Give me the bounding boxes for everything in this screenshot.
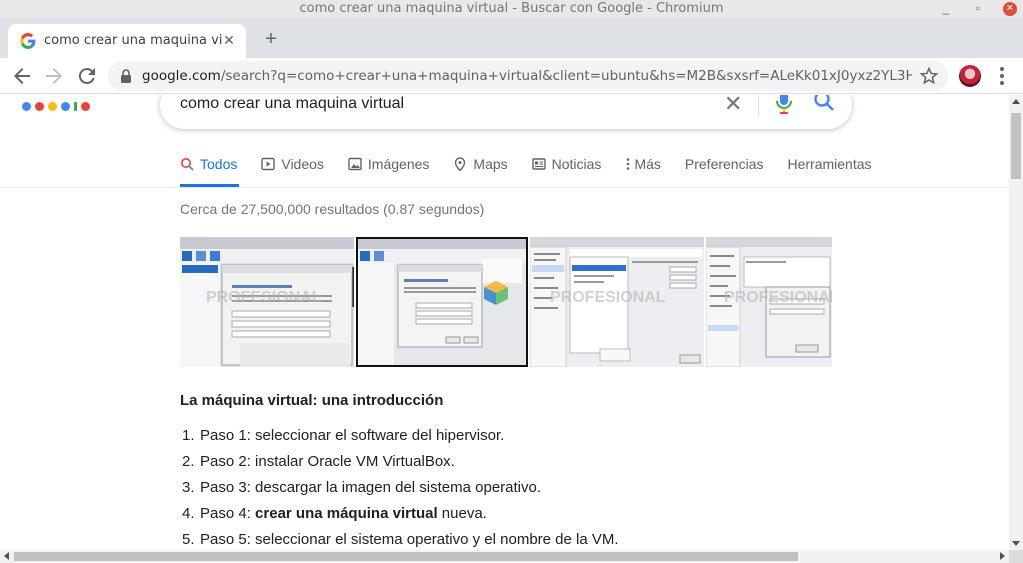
vertical-scrollbar[interactable] [1009,95,1023,550]
search-nav-tabs: Todos Videos Imágenes Maps Noticias Más … [180,153,896,187]
vertical-scroll-thumb[interactable] [1011,113,1021,179]
result-stats: Cerca de 27,500,000 resultados (0.87 seg… [180,201,485,217]
tab-imagenes[interactable]: Imágenes [348,153,429,175]
more-vert-icon [627,158,630,170]
profile-avatar[interactable] [959,65,981,87]
list-number: 3. [182,479,195,496]
browser-toolbar: google.com/search?q=como+crear+una+maqui… [0,58,1023,94]
tab-close-icon[interactable]: ✕ [220,31,238,49]
window-titlebar: como crear una maquina virtual - Buscar … [0,0,1023,18]
tab-label: Imágenes [367,156,430,172]
list-number: 2. [182,453,195,470]
list-item: 5. Paso 5: seleccionar el sistema operati… [182,530,619,550]
tab-label: Todos [200,156,238,172]
back-arrow-icon[interactable] [10,64,34,88]
list-item: 2. Paso 2: instalar Oracle VM VirtualBox. [182,452,619,478]
page-viewport: como crear una maquina virtual ✕ Todos V… [0,95,1009,550]
forward-arrow-icon[interactable] [42,64,66,88]
list-item: 3. Paso 3: descargar la imagen del sistem… [182,478,619,504]
tab-noticias[interactable]: Noticias [531,153,602,175]
scroll-down-arrow-icon[interactable] [1012,541,1020,546]
tab-strip: como crear una maquina virtual ✕ + [0,18,1023,58]
image-thumbnails: PROFESIONAL PROFESIONAL PROFESIONAL [180,237,832,367]
search-icon [181,158,194,171]
microphone-icon[interactable] [774,95,794,117]
watermark-text: PROFESIONAL [724,289,832,306]
image-icon [348,157,362,171]
search-icon[interactable] [812,95,836,113]
search-divider [758,95,759,117]
image-thumbnail[interactable]: PROFESIONAL [180,237,354,367]
tab-maps[interactable]: Maps [453,153,508,175]
scrollbar-corner [1009,550,1023,563]
step-text: Paso 1: seleccionar el software del hipe… [200,427,505,444]
scroll-left-arrow-icon[interactable] [4,552,9,560]
google-favicon-icon [20,33,36,49]
steps-list: 1. Paso 1: seleccionar el software del hi… [182,426,619,550]
step-text-bold: crear una máquina virtual [255,505,438,522]
nav-divider [0,187,1009,188]
close-window-button[interactable]: ✕ [1003,2,1017,16]
image-thumbnail[interactable]: PROFESIONAL [530,237,704,367]
search-box[interactable]: como crear una maquina virtual ✕ [160,95,852,129]
step-text: Paso 3: descargar la imagen del sistema … [200,479,542,496]
horizontal-scroll-thumb[interactable] [14,552,798,561]
reload-icon[interactable] [75,64,99,88]
step-text-prefix: Paso 4: [200,505,256,522]
search-input[interactable]: como crear una maquina virtual [180,95,404,113]
tab-title: como crear una maquina virtual [44,33,222,48]
tab-herramientas[interactable]: Herramientas [787,153,871,175]
image-thumbnail[interactable]: PROFESIONAL [706,237,832,367]
tab-label: Más [634,156,661,172]
image-thumbnail[interactable] [356,237,528,367]
list-number: 4. [182,505,195,522]
more-vert-menu-icon[interactable] [994,65,1010,87]
tab-label: Preferencias [684,156,764,172]
window-title: como crear una maquina virtual - Buscar … [299,1,724,16]
tab-label: Maps [473,156,508,172]
tab-label: Videos [281,156,324,172]
featured-snippet-heading: La máquina virtual: una introducción [180,392,444,409]
url-host: google.com [142,68,221,84]
tab-videos[interactable]: Videos [261,153,324,175]
step-text: Paso 5: seleccionar el sistema operativo… [200,531,619,548]
tab-mas[interactable]: Más [625,153,661,175]
step-text: Paso 2: instalar Oracle VM VirtualBox. [200,453,455,470]
new-tab-button[interactable]: + [258,26,284,52]
url-text[interactable]: google.com/search?q=como+crear+una+maqui… [142,68,912,84]
watermark-text: PROFESIONAL [206,289,322,306]
url-path: /search?q=como+crear+una+maquina+virtual… [220,68,912,84]
virtualbox-screenshot-image [358,239,526,365]
minimize-button[interactable]: _ [939,1,953,15]
map-pin-icon [455,157,466,171]
browser-tab[interactable]: como crear una maquina virtual ✕ [8,24,246,58]
horizontal-scrollbar[interactable] [0,550,1009,563]
tab-label: Noticias [551,156,602,172]
tab-preferencias[interactable]: Preferencias [685,153,764,175]
news-icon [531,158,546,170]
list-item: 4. Paso 4: crear una máquina virtual nuev… [182,504,619,530]
clear-search-icon[interactable]: ✕ [724,95,742,117]
tab-label: Herramientas [787,156,872,172]
video-icon [261,157,276,171]
list-number: 1. [182,427,195,444]
address-bar[interactable]: google.com/search?q=como+crear+una+maqui… [108,61,948,91]
tab-todos[interactable]: Todos [180,153,237,175]
bookmark-star-icon[interactable] [920,67,938,85]
list-number: 5. [182,531,195,548]
google-doodle-logo[interactable] [22,97,90,115]
list-item: 1. Paso 1: seleccionar el software del hi… [182,426,619,452]
scroll-up-arrow-icon[interactable] [1012,99,1020,104]
maximize-button[interactable]: ▫ [971,1,985,15]
scroll-right-arrow-icon[interactable] [1000,552,1005,560]
step-text-suffix: nueva. [437,505,487,522]
lock-icon[interactable] [120,69,132,83]
watermark-text: PROFESIONAL [550,289,666,306]
